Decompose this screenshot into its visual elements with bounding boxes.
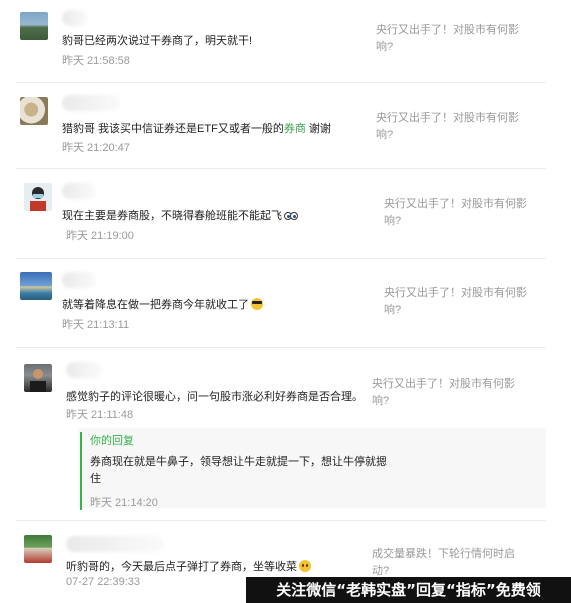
comment-text-part: 猎豹哥 我该买中信证券还是ETF又或者一般的 (62, 123, 284, 135)
comment-text: 猎豹哥 我该买中信证券还是ETF又或者一般的券商 谢谢 (62, 120, 331, 136)
reply-block: 你的回复 券商现在就是牛鼻子，领导想让牛走就提一下，想让牛停就摁住 昨天 21:… (80, 432, 552, 510)
commenter-name-blurred (62, 183, 96, 199)
avatar[interactable] (20, 272, 52, 300)
comment-text: 感觉豹子的评论很暖心，问一句股市涨必利好券商是否合理。 (66, 391, 363, 403)
avatar[interactable] (24, 535, 52, 563)
divider (16, 82, 546, 83)
avatar[interactable] (20, 12, 48, 40)
reply-header: 你的回复 (90, 435, 134, 447)
comment-text: 就等着降息在做一把券商今年就收工了 (62, 296, 263, 312)
comment-text-part: 就等着降息在做一把券商今年就收工了 (62, 299, 249, 311)
avatar[interactable] (24, 183, 52, 211)
comment-text: 听豹哥的，今天最后点子弹打了券商，坐等收菜 (66, 558, 311, 574)
comment-text-part: 谢谢 (305, 123, 331, 135)
article-link[interactable]: 央行又出手了！对股市有何影响? (384, 285, 534, 319)
commenter-name-blurred (66, 362, 102, 378)
promo-banner: 关注微信“老韩实盘”回复“指标”免费领 (246, 577, 571, 603)
reply-time: 昨天 21:14:20 (90, 497, 158, 509)
sunglasses-emoji-icon (251, 298, 263, 310)
eyes-emoji-icon (284, 212, 298, 220)
divider (16, 520, 546, 521)
divider (16, 347, 546, 348)
comment-text: 豹哥已经两次说过干券商了，明天就干! (62, 35, 253, 47)
commenter-name-blurred (66, 536, 164, 552)
highlight-keyword[interactable]: 券商 (284, 123, 306, 135)
comment-time: 昨天 21:19:00 (66, 230, 134, 242)
tearful-smile-emoji-icon (299, 560, 311, 572)
person-with-mask-icon (30, 187, 46, 211)
commenter-name-blurred (62, 10, 88, 26)
avatar[interactable] (24, 364, 52, 392)
comment-text: 现在主要是券商股，不晓得春舱班能不能起飞 (62, 207, 298, 223)
commenter-name-blurred (62, 272, 96, 288)
person-icon (30, 369, 46, 392)
comment-text-part: 现在主要是券商股，不晓得春舱班能不能起飞 (62, 210, 282, 222)
article-link[interactable]: 央行又出手了！对股市有何影响? (376, 22, 526, 56)
article-link[interactable]: 成交量暴跌！下轮行情何时启动? (372, 546, 522, 580)
article-link[interactable]: 央行又出手了！对股市有何影响? (376, 110, 526, 144)
article-link[interactable]: 央行又出手了！对股市有何影响? (372, 376, 522, 410)
comment-text-part: 听豹哥的，今天最后点子弹打了券商，坐等收菜 (66, 561, 297, 573)
article-link[interactable]: 央行又出手了！对股市有何影响? (384, 196, 534, 230)
comment-time: 昨天 21:20:47 (62, 142, 130, 154)
comment-time: 昨天 21:11:48 (66, 409, 134, 421)
divider (16, 258, 546, 259)
avatar[interactable] (20, 97, 48, 125)
reply-text: 券商现在就是牛鼻子，领导想让牛走就提一下，想让牛停就摁住 (90, 456, 387, 485)
divider (16, 168, 546, 169)
comment-time: 07-27 22:39:33 (66, 576, 141, 588)
commenter-name-blurred (62, 95, 120, 111)
comment-time: 昨天 21:13:11 (62, 319, 130, 331)
comment-time: 昨天 21:58:58 (62, 55, 130, 67)
